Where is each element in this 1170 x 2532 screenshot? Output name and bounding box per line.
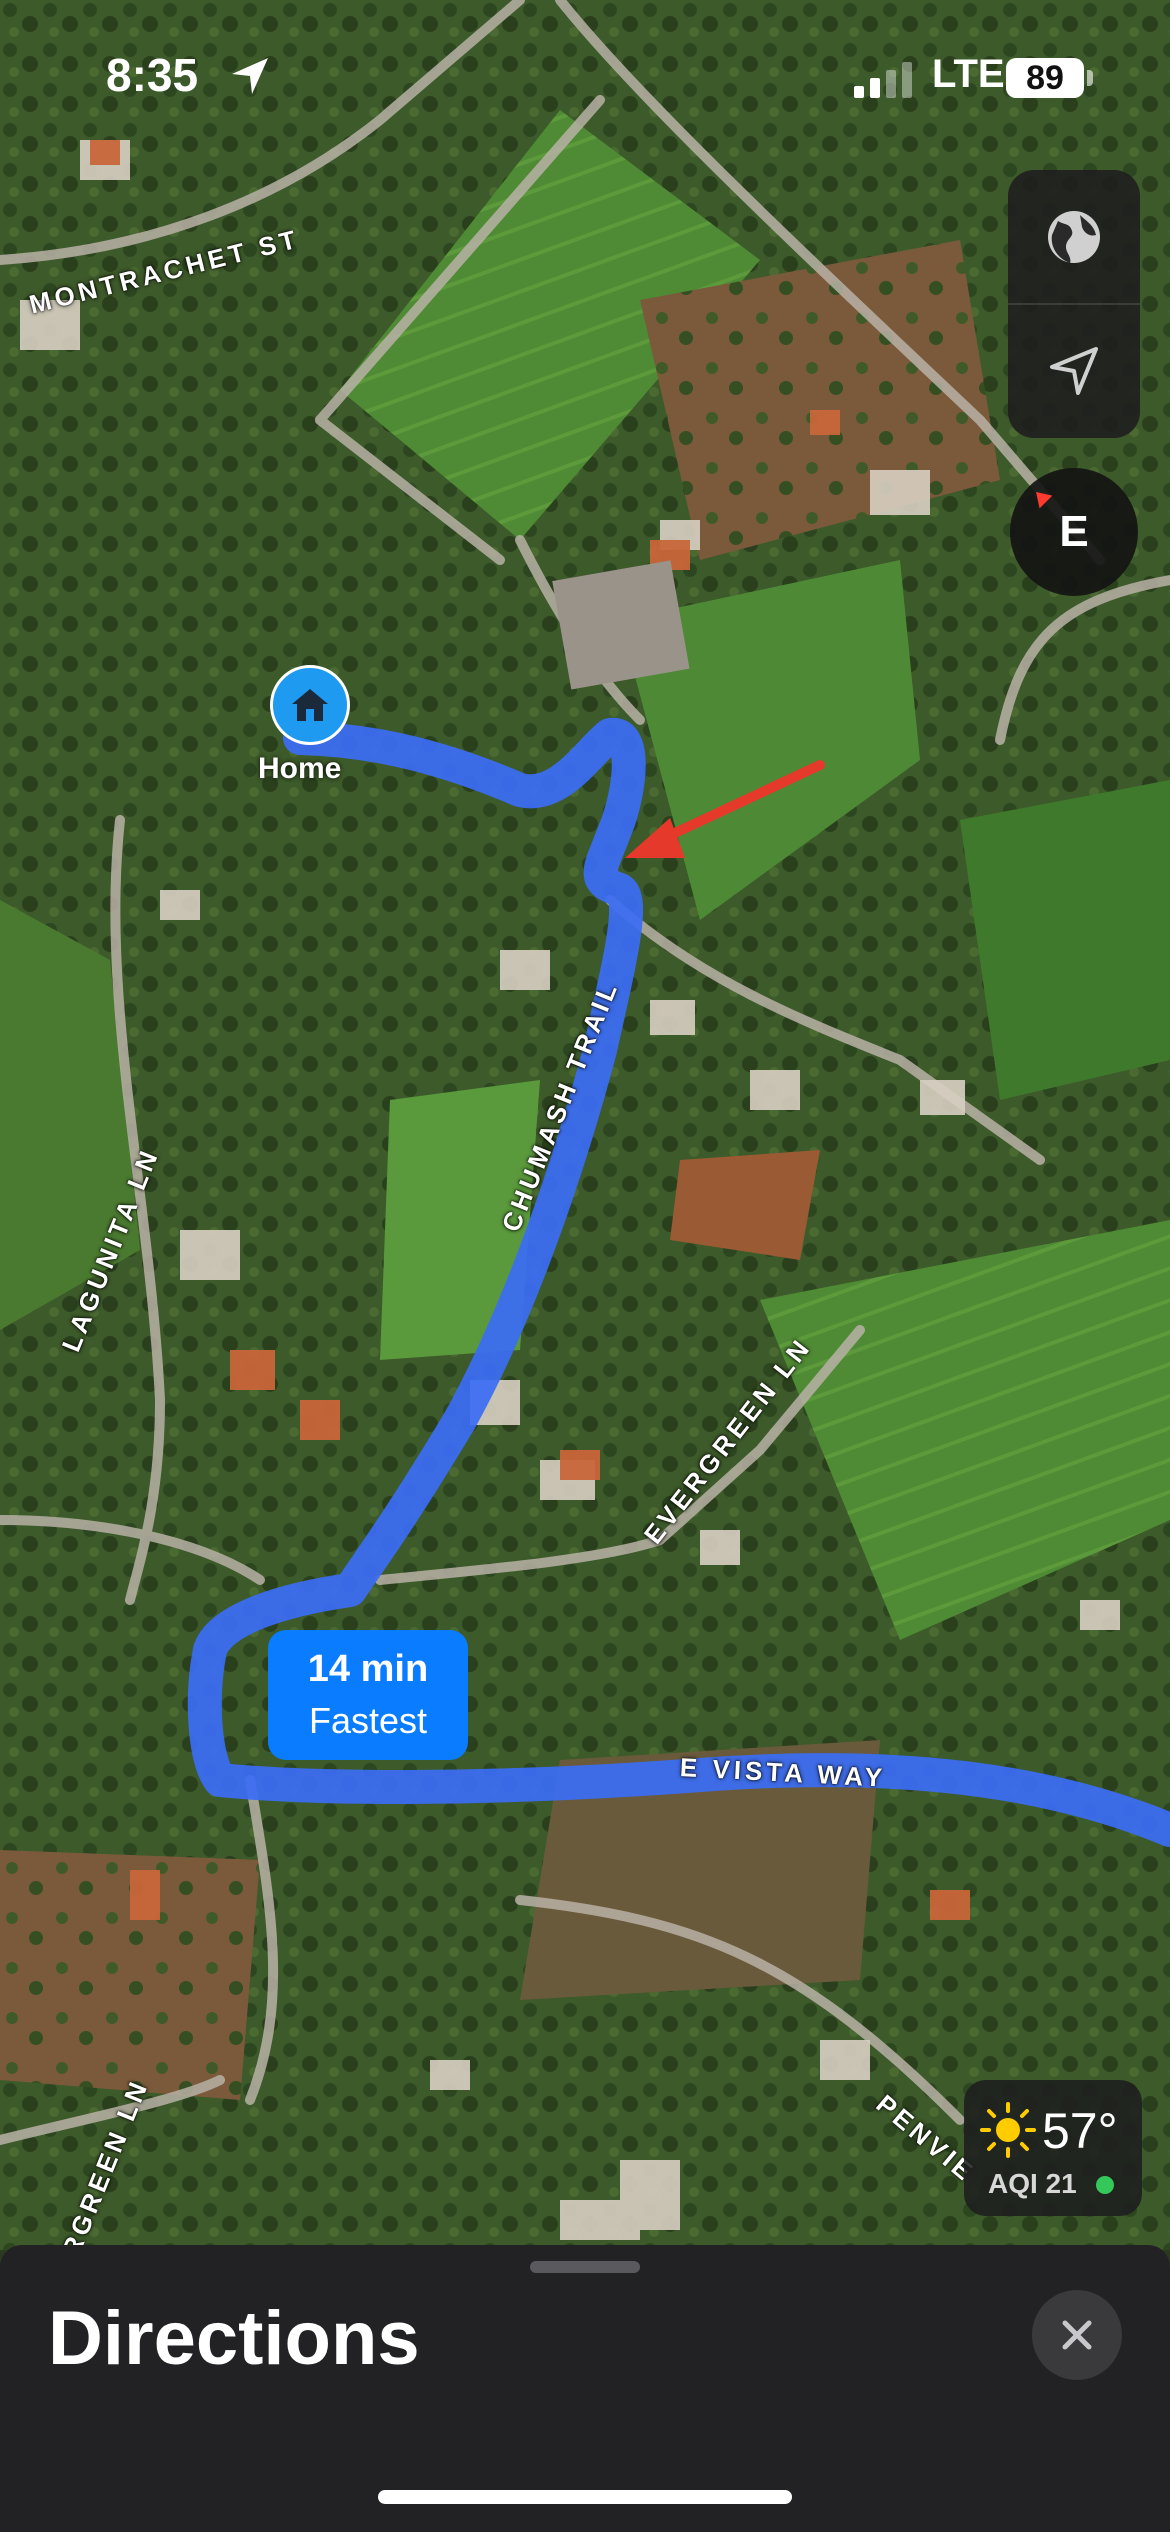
close-icon <box>1062 2320 1092 2350</box>
satellite-imagery <box>0 0 1170 2250</box>
route-subtitle: Fastest <box>308 1700 428 1741</box>
globe-icon <box>1048 210 1100 263</box>
battery-level: 89 <box>1006 58 1084 98</box>
sheet-title: Directions <box>48 2296 420 2381</box>
weather-temperature: 57° <box>1042 2103 1118 2159</box>
home-indicator[interactable] <box>378 2490 792 2504</box>
map-controls <box>1008 170 1140 438</box>
weather-aqi: AQI 21 <box>988 2168 1077 2199</box>
close-button[interactable] <box>1032 2290 1122 2380</box>
carrier-label: LTE <box>932 52 1005 96</box>
home-label: Home <box>258 752 342 785</box>
weather-widget[interactable]: 57° AQI 21 <box>964 2080 1142 2216</box>
signal-icon <box>854 62 912 98</box>
battery-icon <box>1087 70 1093 86</box>
home-pin[interactable] <box>270 665 350 745</box>
directions-sheet[interactable]: Directions <box>0 2245 1170 2532</box>
locate-button[interactable] <box>1008 304 1140 437</box>
aqi-status-dot <box>1096 2176 1114 2194</box>
sun-icon <box>980 2102 1036 2158</box>
house-icon <box>292 689 328 721</box>
location-services-icon <box>232 58 268 94</box>
compass-heading: E <box>1059 507 1089 556</box>
route-time: 14 min <box>307 1648 429 1690</box>
status-bar: 8:35 LTE 89 <box>0 0 1170 150</box>
status-time: 8:35 <box>106 49 199 101</box>
location-arrow-icon <box>1050 346 1098 395</box>
map-view[interactable] <box>0 0 1170 2250</box>
sheet-grabber[interactable] <box>530 2261 640 2273</box>
compass[interactable]: E <box>1010 468 1138 596</box>
route-callout[interactable]: 14 min Fastest <box>268 1630 468 1760</box>
globe-button[interactable] <box>1008 170 1140 305</box>
